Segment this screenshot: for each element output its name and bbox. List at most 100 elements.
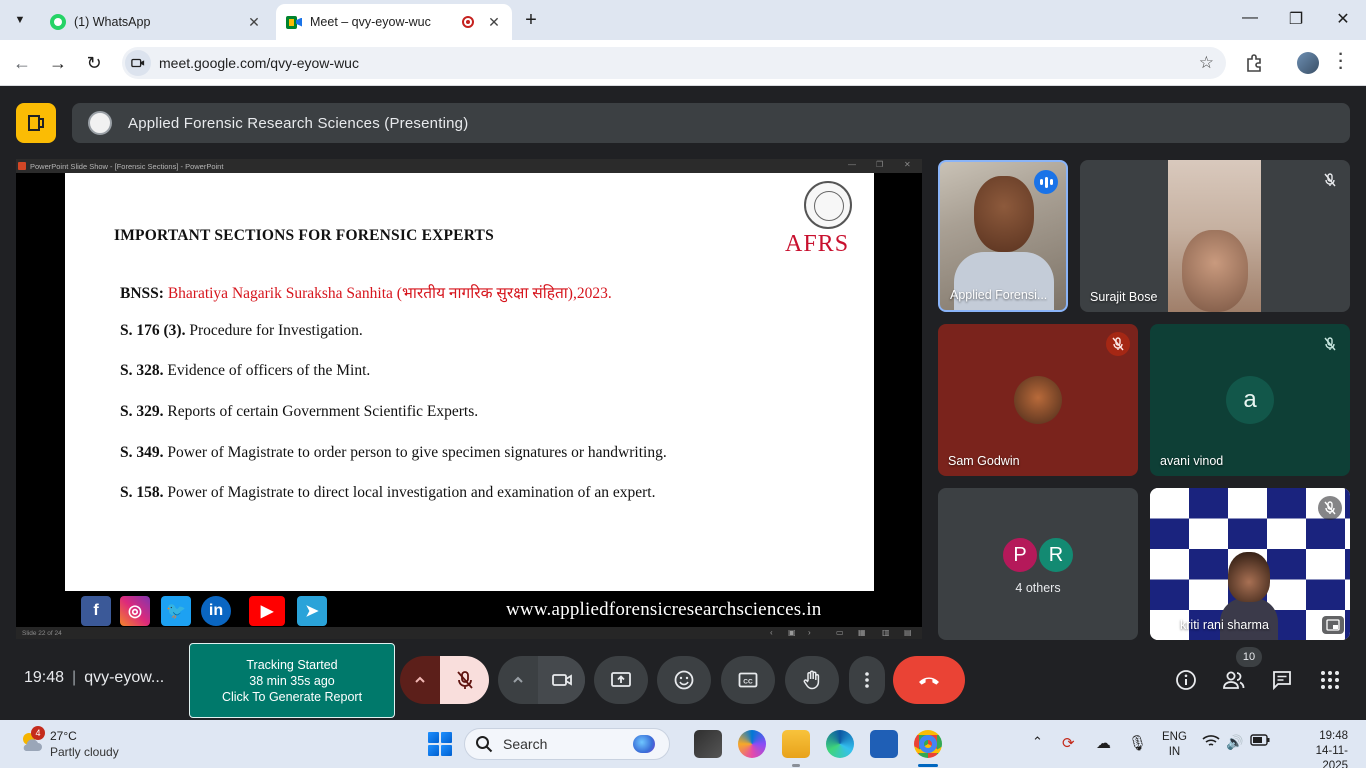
task-view-icon[interactable]: [694, 730, 722, 758]
activities-grid-icon[interactable]: [1318, 668, 1342, 692]
camera-toggle-button[interactable]: [538, 656, 585, 704]
language-code: ENG: [1162, 731, 1187, 743]
participant-shirt: [954, 252, 1054, 310]
tracker-status: Tracking Started: [246, 658, 338, 672]
participant-tile-kriti-rani-sharma[interactable]: kriti rani sharma: [1150, 488, 1350, 640]
participant-name: avani vinod: [1160, 454, 1224, 468]
line-label: S. 329.: [120, 403, 164, 420]
close-window-icon[interactable]: ✕: [1331, 9, 1355, 29]
present-screen-button[interactable]: [594, 656, 648, 704]
emoji-reaction-button[interactable]: [657, 656, 711, 704]
mic-off-icon: [1318, 496, 1342, 520]
sync-status-icon[interactable]: ⟳: [1062, 734, 1075, 752]
participant-avatar: R: [1037, 536, 1075, 574]
attendance-tracker-button[interactable]: Tracking Started 38 min 35s ago Click To…: [189, 643, 395, 718]
tab-title: Meet – qvy-eyow-wuc: [310, 15, 431, 29]
minimize-icon[interactable]: —: [1238, 9, 1262, 27]
people-icon[interactable]: [1222, 668, 1246, 692]
linkedin-icon: in: [201, 596, 231, 626]
file-explorer-icon[interactable]: [782, 730, 810, 758]
bookmark-star-icon[interactable]: ☆: [1199, 53, 1214, 73]
meeting-details-icon[interactable]: [1174, 668, 1198, 692]
browser-tab-bar: ▼ (1) WhatsApp ✕ Meet – qvy-eyow-wuc ✕ +…: [0, 0, 1366, 40]
microphone-in-use-icon[interactable]: 🎙: [1128, 734, 1147, 752]
windows-taskbar: 4 27°C Partly cloudy Search ⌃ ⟳ ☁ 🎙 ENG …: [0, 720, 1366, 768]
presenting-title: Applied Forensic Research Sciences (Pres…: [128, 114, 469, 132]
extensions-puzzle-icon[interactable]: [1244, 52, 1266, 74]
present-to-all-icon[interactable]: [16, 103, 56, 143]
video-options-chevron-icon[interactable]: [498, 656, 538, 704]
line-label: S. 158.: [120, 484, 164, 501]
leave-call-button[interactable]: [893, 656, 965, 704]
chrome-icon[interactable]: [914, 730, 942, 758]
tab-meet[interactable]: Meet – qvy-eyow-wuc ✕: [276, 4, 512, 40]
afrs-logo-text: AFRS: [785, 231, 850, 257]
picture-in-picture-icon[interactable]: [1322, 616, 1344, 634]
close-tab-icon[interactable]: ✕: [486, 14, 502, 31]
system-clock[interactable]: 19:48 14-11-2025: [1302, 729, 1348, 768]
reload-icon[interactable]: ↻: [82, 52, 106, 74]
camera-control: [498, 656, 585, 704]
slide-sorter-icon: ▦: [858, 628, 866, 637]
profile-avatar[interactable]: [1297, 52, 1319, 74]
line-label: S. 176 (3).: [120, 322, 186, 339]
afrs-logo: AFRS: [785, 179, 865, 259]
tab-whatsapp[interactable]: (1) WhatsApp ✕: [40, 4, 272, 40]
copilot-icon[interactable]: [738, 730, 766, 758]
windows-start-icon[interactable]: [428, 732, 452, 756]
participant-name: Applied Forensi...: [950, 288, 1048, 302]
onedrive-cloud-icon[interactable]: ☁: [1096, 734, 1111, 752]
mic-off-icon: [1318, 168, 1342, 192]
slide-counter: Slide 22 of 24: [22, 629, 62, 637]
afrs-seal-icon: [804, 181, 852, 229]
slide-line: S. 158. Power of Magistrate to direct lo…: [120, 484, 655, 502]
line-text: Procedure for Investigation.: [189, 322, 363, 339]
powerpoint-icon: [18, 162, 26, 170]
edge-icon[interactable]: [826, 730, 854, 758]
volume-icon[interactable]: 🔊: [1226, 734, 1243, 751]
participant-name: kriti rani sharma: [1180, 618, 1269, 632]
address-bar[interactable]: meet.google.com/qvy-eyow-wuc ☆: [122, 47, 1226, 79]
captions-button[interactable]: CC: [721, 656, 775, 704]
clock-date: 14-11-2025: [1315, 745, 1348, 768]
mic-toggle-button[interactable]: [440, 656, 489, 704]
taskbar-search-box[interactable]: Search: [464, 728, 670, 760]
participant-avatar: P: [1001, 536, 1039, 574]
weather-description[interactable]: Partly cloudy: [50, 745, 119, 759]
more-options-button[interactable]: [849, 656, 885, 704]
slide-content: IMPORTANT SECTIONS FOR FORENSIC EXPERTS …: [65, 173, 874, 591]
participant-tile-others[interactable]: P R 4 others: [938, 488, 1138, 640]
close-tab-icon[interactable]: ✕: [246, 14, 262, 31]
prev-slide-icon: ‹: [770, 628, 773, 637]
tab-search-chevron-icon[interactable]: ▼: [8, 9, 32, 31]
search-label: Search: [503, 736, 548, 752]
weather-temperature[interactable]: 27°C: [50, 729, 77, 743]
clock-time: 19:48: [1319, 730, 1348, 742]
participant-tile-avani-vinod[interactable]: a avani vinod: [1150, 324, 1350, 476]
people-count-badge: 10: [1236, 647, 1262, 667]
new-tab-button[interactable]: +: [520, 9, 542, 31]
whatsapp-icon: [50, 14, 66, 30]
participant-name: Sam Godwin: [948, 454, 1020, 468]
browser-menu-icon[interactable]: · · ·: [1336, 47, 1346, 77]
slide-line-bnss: BNSS: Bharatiya Nagarik Suraksha Sanhita…: [120, 281, 612, 303]
forward-arrow-icon[interactable]: →: [46, 52, 70, 74]
battery-icon[interactable]: [1250, 734, 1270, 749]
site-camera-icon[interactable]: [125, 50, 151, 76]
back-arrow-icon[interactable]: ←: [10, 52, 34, 74]
participant-face: [1228, 552, 1270, 602]
raise-hand-button[interactable]: [785, 656, 839, 704]
audio-options-chevron-icon[interactable]: [400, 656, 440, 704]
restore-icon[interactable]: ❐: [1284, 9, 1308, 29]
participant-tile-sam-godwin[interactable]: Sam Godwin: [938, 324, 1138, 476]
input-language-indicator[interactable]: ENG IN: [1162, 730, 1187, 760]
participant-tile-surajit-bose[interactable]: Surajit Bose: [1080, 160, 1350, 312]
shared-screen: PowerPoint Slide Show - [Forensic Sectio…: [16, 159, 922, 639]
file-explorer-running-indicator: [792, 764, 800, 767]
microsoft-store-icon[interactable]: [870, 730, 898, 758]
chat-icon[interactable]: [1270, 668, 1294, 692]
wifi-icon[interactable]: [1202, 734, 1220, 751]
slideshow-status-bar: Slide 22 of 24 ‹ ▣ › ▭ ▦ ▥ ▤: [16, 627, 922, 639]
participant-tile-applied-forensic[interactable]: Applied Forensi...: [938, 160, 1068, 312]
show-hidden-icons-chevron[interactable]: ⌃: [1032, 734, 1043, 750]
